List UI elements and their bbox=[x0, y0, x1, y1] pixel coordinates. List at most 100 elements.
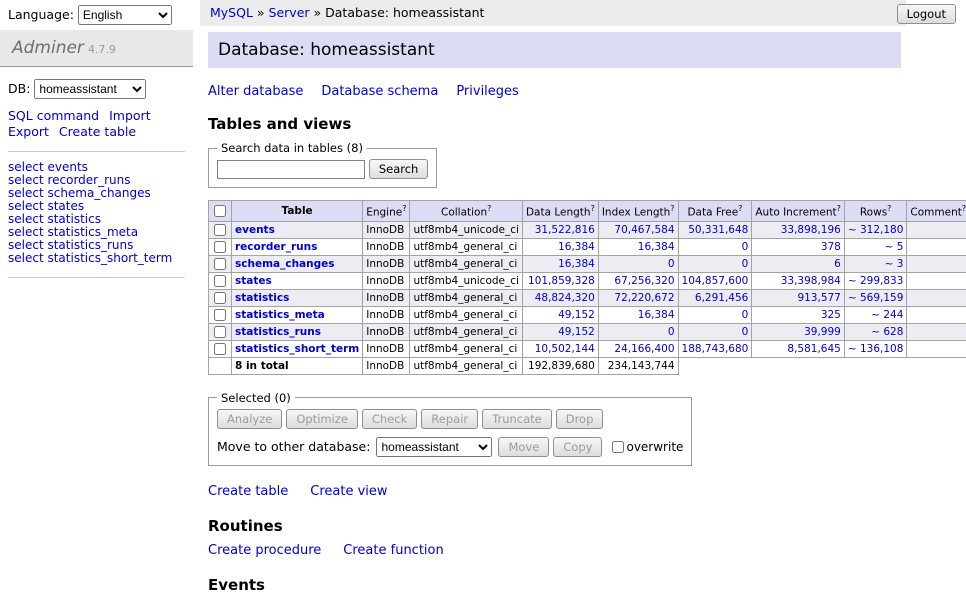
data-free-link[interactable]: 188,743,680 bbox=[682, 343, 749, 355]
table-name-link[interactable]: states bbox=[235, 275, 272, 287]
data-length-link[interactable]: 101,859,328 bbox=[528, 275, 595, 287]
data-free-link[interactable]: 0 bbox=[742, 309, 749, 321]
breadcrumb-link[interactable]: Server bbox=[269, 5, 310, 20]
sidebar-table-link[interactable]: select statistics_short_term bbox=[8, 252, 185, 265]
table-name-cell: schema_changes bbox=[232, 255, 363, 272]
table-name-link[interactable]: events bbox=[235, 224, 275, 236]
row-checkbox[interactable] bbox=[214, 275, 226, 287]
database-action-link[interactable]: Privileges bbox=[456, 84, 519, 99]
data-length-link[interactable]: 49,152 bbox=[558, 326, 595, 338]
move-button[interactable]: Move bbox=[498, 437, 549, 457]
optimize-button[interactable]: Optimize bbox=[286, 409, 358, 429]
row-checkbox[interactable] bbox=[214, 343, 226, 355]
search-button[interactable]: Search bbox=[369, 159, 429, 179]
index-length-link[interactable]: 16,384 bbox=[638, 309, 675, 321]
rows-link[interactable]: ~ 312,180 bbox=[848, 224, 904, 236]
language-select[interactable]: English bbox=[78, 5, 172, 25]
check-button[interactable]: Check bbox=[362, 409, 417, 429]
index-length-link[interactable]: 16,384 bbox=[638, 241, 675, 253]
auto-increment-cell: 6 bbox=[752, 255, 845, 272]
data-free-link[interactable]: 0 bbox=[742, 241, 749, 253]
logout-button[interactable]: Logout bbox=[897, 4, 956, 24]
data-length-link[interactable]: 16,384 bbox=[558, 241, 595, 253]
sidebar-menu-link[interactable]: Export bbox=[8, 125, 49, 139]
table-name-link[interactable]: statistics_short_term bbox=[235, 343, 359, 355]
select-all-checkbox[interactable] bbox=[214, 205, 226, 217]
analyze-button[interactable]: Analyze bbox=[217, 409, 282, 429]
sidebar-menu-link[interactable]: Import bbox=[109, 109, 151, 123]
table-name-link[interactable]: schema_changes bbox=[235, 258, 335, 270]
data-free-link[interactable]: 0 bbox=[742, 258, 749, 270]
column-help-marker[interactable]: ? bbox=[670, 204, 674, 213]
repair-button[interactable]: Repair bbox=[421, 409, 478, 429]
truncate-button[interactable]: Truncate bbox=[482, 409, 552, 429]
data-length-link[interactable]: 31,522,816 bbox=[535, 224, 595, 236]
breadcrumb-link[interactable]: MySQL bbox=[210, 5, 253, 20]
data-free-link[interactable]: 50,331,648 bbox=[688, 224, 748, 236]
data-free-link[interactable]: 6,291,456 bbox=[695, 292, 748, 304]
routine-link[interactable]: Create function bbox=[343, 543, 443, 558]
auto-increment-link[interactable]: 33,398,984 bbox=[781, 275, 841, 287]
rows-link[interactable]: ~ 3 bbox=[885, 258, 904, 270]
overwrite-checkbox[interactable] bbox=[612, 441, 624, 453]
column-help-marker[interactable]: ? bbox=[837, 204, 841, 213]
auto-increment-link[interactable]: 6 bbox=[834, 258, 841, 270]
sidebar-menu-link[interactable]: SQL command bbox=[8, 109, 99, 123]
auto-increment-link[interactable]: 8,581,645 bbox=[787, 343, 840, 355]
data-length-link[interactable]: 16,384 bbox=[558, 258, 595, 270]
app-name[interactable]: Adminer bbox=[12, 38, 84, 58]
row-checkbox[interactable] bbox=[214, 292, 226, 304]
auto-increment-link[interactable]: 33,898,196 bbox=[781, 224, 841, 236]
rows-link[interactable]: ~ 299,833 bbox=[848, 275, 904, 287]
move-db-select[interactable]: homeassistant bbox=[376, 437, 492, 457]
drop-button[interactable]: Drop bbox=[556, 409, 604, 429]
row-checkbox[interactable] bbox=[214, 258, 226, 270]
table-name-link[interactable]: statistics bbox=[235, 292, 289, 304]
auto-increment-link[interactable]: 913,577 bbox=[797, 292, 840, 304]
database-action-link[interactable]: Alter database bbox=[208, 84, 303, 99]
index-length-link[interactable]: 72,220,672 bbox=[614, 292, 674, 304]
column-help-marker[interactable]: ? bbox=[402, 204, 406, 213]
row-checkbox[interactable] bbox=[214, 309, 226, 321]
column-help-marker[interactable]: ? bbox=[962, 204, 966, 213]
row-checkbox[interactable] bbox=[214, 224, 226, 236]
table-name-link[interactable]: statistics_runs bbox=[235, 326, 321, 338]
row-checkbox[interactable] bbox=[214, 326, 226, 338]
row-checkbox[interactable] bbox=[214, 241, 226, 253]
table-name-cell: statistics_short_term bbox=[232, 340, 363, 357]
column-help-marker[interactable]: ? bbox=[591, 204, 595, 213]
create-link[interactable]: Create table bbox=[208, 484, 288, 499]
table-name-link[interactable]: statistics_meta bbox=[235, 309, 325, 321]
index-length-link[interactable]: 67,256,320 bbox=[614, 275, 674, 287]
index-length-link[interactable]: 24,166,400 bbox=[614, 343, 674, 355]
rows-link[interactable]: ~ 5 bbox=[885, 241, 904, 253]
rows-link[interactable]: ~ 628 bbox=[871, 326, 903, 338]
routine-link[interactable]: Create procedure bbox=[208, 543, 321, 558]
table-name-link[interactable]: recorder_runs bbox=[235, 241, 317, 253]
index-length-link[interactable]: 0 bbox=[668, 326, 675, 338]
sidebar-menu-link[interactable]: Create table bbox=[59, 125, 136, 139]
database-action-link[interactable]: Database schema bbox=[321, 84, 438, 99]
index-length-link[interactable]: 70,467,584 bbox=[614, 224, 674, 236]
search-input[interactable] bbox=[217, 160, 365, 179]
auto-increment-link[interactable]: 378 bbox=[821, 241, 841, 253]
column-help-marker[interactable]: ? bbox=[738, 204, 742, 213]
auto-increment-link[interactable]: 39,999 bbox=[804, 326, 841, 338]
rows-link[interactable]: ~ 244 bbox=[871, 309, 903, 321]
data-length-link[interactable]: 10,502,144 bbox=[535, 343, 595, 355]
data-free-link[interactable]: 104,857,600 bbox=[682, 275, 749, 287]
column-help-marker[interactable]: ? bbox=[887, 204, 891, 213]
data-length-link[interactable]: 49,152 bbox=[558, 309, 595, 321]
column-help-marker[interactable]: ? bbox=[487, 204, 491, 213]
data-free-link[interactable]: 0 bbox=[742, 326, 749, 338]
copy-button[interactable]: Copy bbox=[553, 437, 602, 457]
db-label: DB: bbox=[8, 81, 30, 96]
auto-increment-link[interactable]: 325 bbox=[821, 309, 841, 321]
rows-link[interactable]: ~ 569,159 bbox=[848, 292, 904, 304]
db-select[interactable]: homeassistant bbox=[34, 79, 146, 99]
index-length-link[interactable]: 0 bbox=[668, 258, 675, 270]
create-link[interactable]: Create view bbox=[310, 484, 387, 499]
data-length-link[interactable]: 48,824,320 bbox=[535, 292, 595, 304]
rows-link[interactable]: ~ 136,108 bbox=[848, 343, 904, 355]
collation-cell: utf8mb4_unicode_ci bbox=[410, 272, 522, 289]
